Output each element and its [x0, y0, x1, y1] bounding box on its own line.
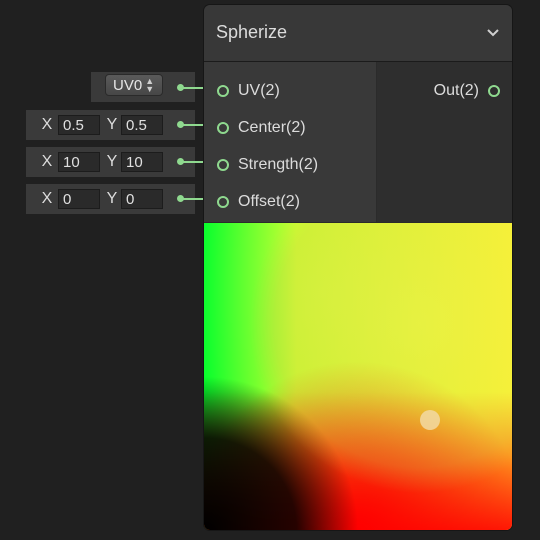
center-x-label: X	[41, 116, 53, 133]
input-label-offset: Offset(2)	[238, 193, 300, 210]
output-label-out: Out(2)	[433, 82, 479, 99]
uv-channel-dropdown[interactable]: UV0 ▲ ▼	[105, 74, 163, 96]
strength-x-input[interactable]: 10	[58, 152, 100, 172]
offset-y-label: Y	[106, 190, 118, 207]
output-port-out[interactable]: Out(2)	[434, 80, 500, 102]
input-label-strength: Strength(2)	[238, 156, 319, 173]
input-port-strength[interactable]: Strength(2)	[217, 154, 318, 176]
graph-canvas[interactable]: UV0 ▲ ▼ X 0.5 Y 0.5 X 10 Y 10 X 0 Y 0 Sph…	[0, 0, 540, 540]
updown-arrows-icon: ▲ ▼	[145, 76, 155, 94]
port-circle-icon[interactable]	[217, 196, 229, 208]
input-port-uv[interactable]: UV(2)	[217, 80, 280, 102]
node-header[interactable]: Spherize	[204, 5, 512, 62]
input-label-center: Center(2)	[238, 119, 306, 136]
offset-field-block: X 0 Y 0	[26, 184, 195, 214]
preview-gradient	[204, 223, 512, 530]
uv-channel-value: UV0	[113, 76, 143, 94]
center-y-input[interactable]: 0.5	[121, 115, 163, 135]
spherize-node[interactable]: Spherize UV(2) Center(2) Strength(2) Off…	[204, 5, 512, 530]
preview-image	[204, 223, 512, 530]
port-circle-icon[interactable]	[217, 159, 229, 171]
inputs-panel: UV(2) Center(2) Strength(2) Offset(2)	[204, 62, 376, 222]
strength-y-input[interactable]: 10	[121, 152, 163, 172]
strength-x-label: X	[41, 153, 53, 170]
offset-x-input[interactable]: 0	[58, 189, 100, 209]
center-field-block: X 0.5 Y 0.5	[26, 110, 195, 140]
input-label-uv: UV(2)	[238, 82, 280, 99]
center-x-input[interactable]: 0.5	[58, 115, 100, 135]
strength-field-block: X 10 Y 10	[26, 147, 195, 177]
offset-x-label: X	[41, 190, 53, 207]
center-y-label: Y	[106, 116, 118, 133]
input-port-center[interactable]: Center(2)	[217, 117, 306, 139]
port-circle-icon[interactable]	[217, 85, 229, 97]
port-circle-icon[interactable]	[488, 85, 500, 97]
offset-y-input[interactable]: 0	[121, 189, 163, 209]
port-circle-icon[interactable]	[217, 122, 229, 134]
input-port-offset[interactable]: Offset(2)	[217, 191, 300, 213]
outputs-panel: Out(2)	[377, 62, 512, 222]
strength-y-label: Y	[106, 153, 118, 170]
chevron-down-icon[interactable]	[486, 25, 500, 39]
node-title: Spherize	[216, 22, 288, 42]
